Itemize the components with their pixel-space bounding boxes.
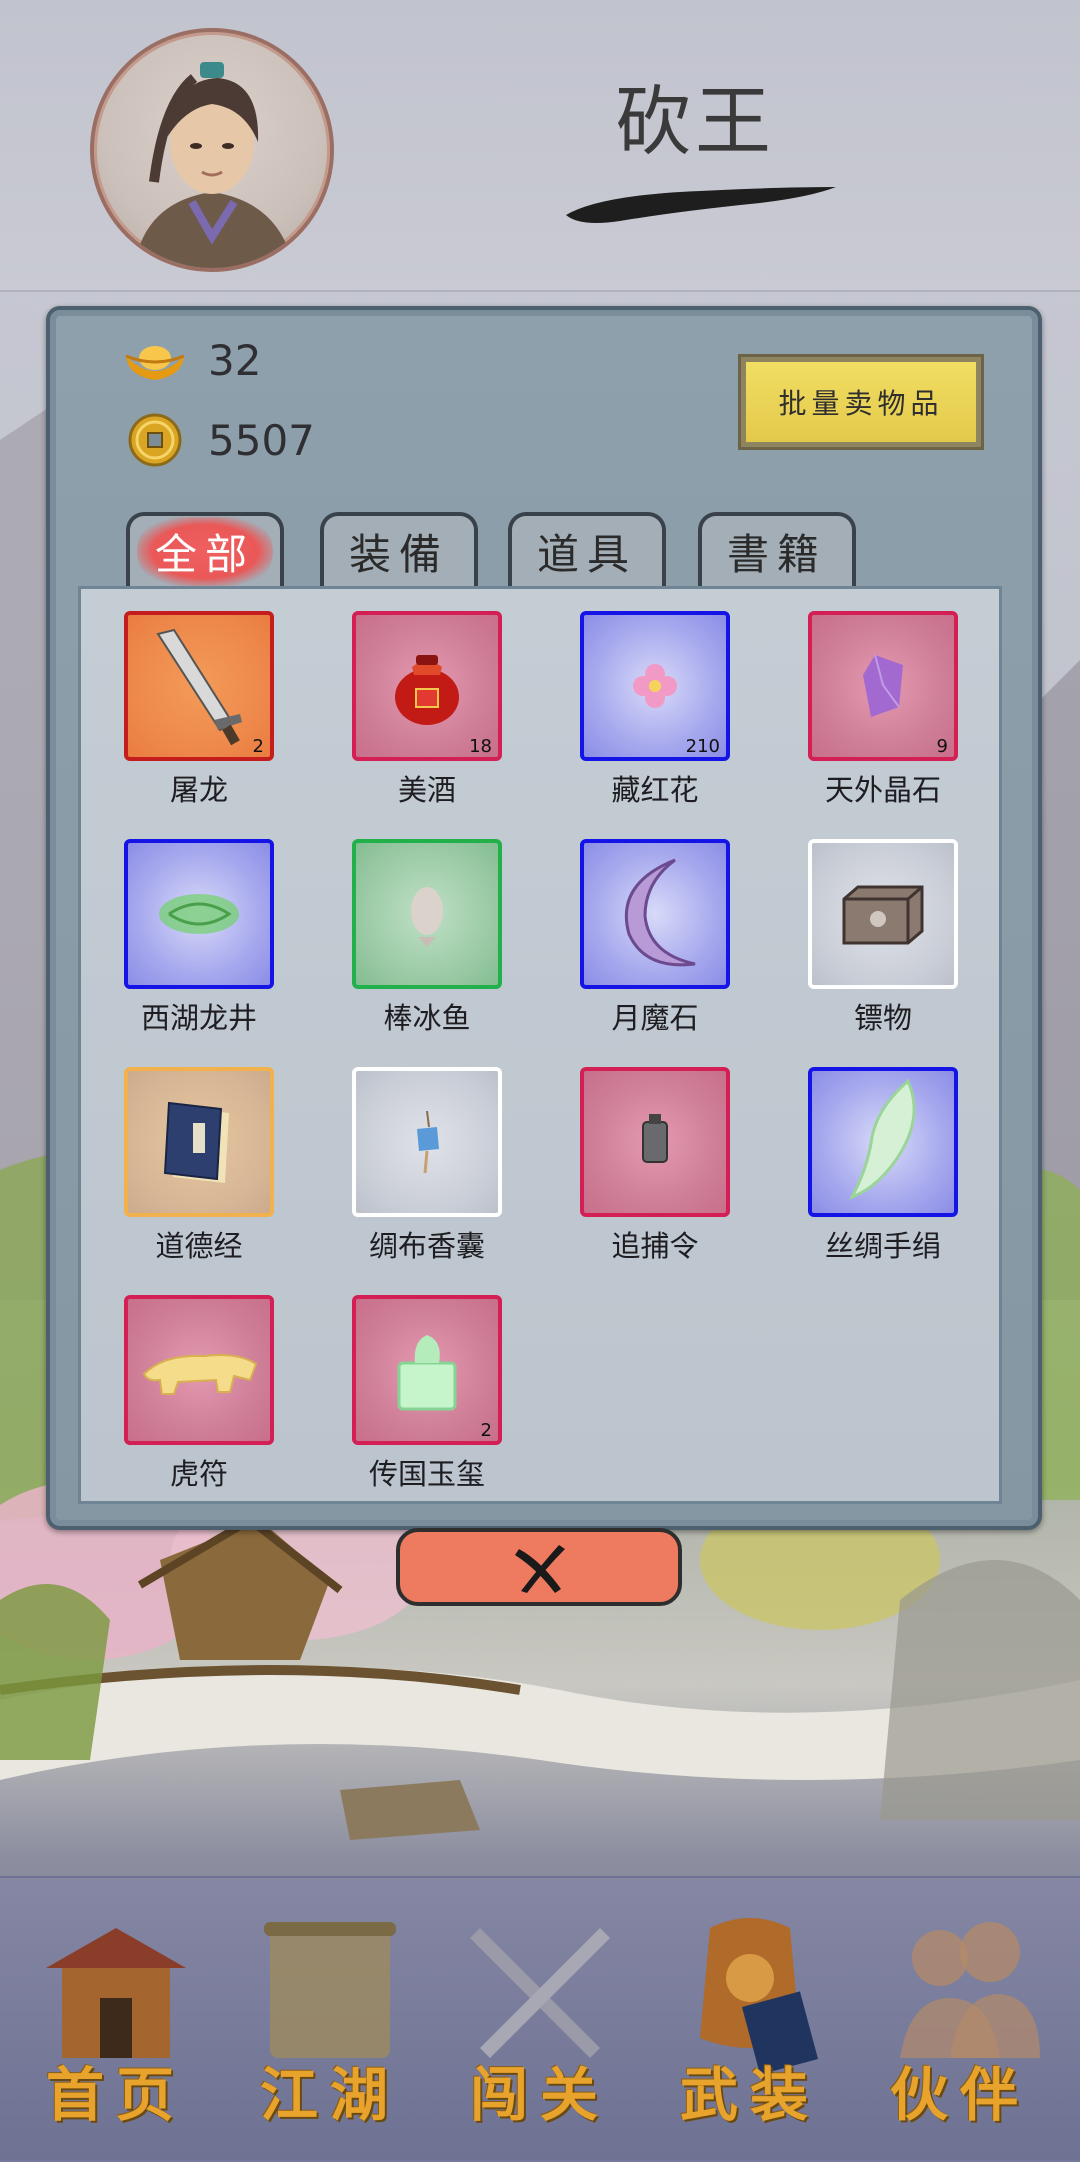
inventory-item[interactable]: 18 美酒: [347, 611, 507, 809]
item-name: 镖物: [853, 1001, 912, 1035]
profile-header: 砍王: [0, 0, 1080, 292]
book-icon: [163, 1101, 229, 1183]
item-slot[interactable]: [124, 1067, 274, 1217]
gold-ingot-count: 32: [208, 335, 262, 385]
coin-icon: [122, 412, 188, 468]
item-slot[interactable]: 2: [352, 1295, 502, 1445]
tab-props-label: 道具: [536, 529, 637, 579]
token-icon: [642, 1114, 668, 1163]
item-slot[interactable]: [580, 1067, 730, 1217]
inventory-item[interactable]: 追捕令: [575, 1067, 735, 1265]
item-name: 道德经: [155, 1229, 243, 1263]
inventory-item[interactable]: 绸布香囊: [347, 1067, 507, 1265]
nav-jianghu-label: 江湖: [259, 2061, 400, 2129]
item-count: 9: [936, 736, 948, 757]
sword-icon: [156, 628, 242, 746]
close-icon: [515, 1545, 565, 1593]
inventory-item[interactable]: 虎符: [119, 1295, 279, 1493]
flower-icon: [633, 664, 677, 708]
inventory-panel: 32 5507 批量卖物品 全部 装備 道具 書籍 2 屠龙 18 美酒 210…: [46, 306, 1042, 1530]
tab-all[interactable]: 全部: [126, 512, 284, 586]
tiger-tally-icon: [142, 1354, 258, 1395]
ink-brush-stroke: [566, 187, 836, 223]
sachet-icon: [417, 1110, 439, 1174]
gold-ingot-icon: [122, 332, 188, 388]
bottom-navigation: 首页 江湖 闯关 武装 伙伴: [0, 1876, 1080, 2162]
item-name: 追捕令: [611, 1229, 699, 1263]
item-name: 屠龙: [169, 773, 228, 807]
nav-challenge[interactable]: 闯关: [450, 1898, 630, 2134]
item-count: 2: [252, 736, 264, 757]
item-name: 绸布香囊: [368, 1229, 485, 1263]
silk-handkerchief-icon: [848, 1078, 916, 1200]
coin-display: 5507: [122, 410, 315, 470]
wine-jar-icon: [395, 655, 459, 725]
nav-armory-label: 武装: [679, 2061, 820, 2129]
tab-books-label: 書籍: [726, 529, 827, 579]
tab-equipment-label: 装備: [348, 529, 449, 579]
item-name: 美酒: [397, 773, 456, 807]
inventory-item[interactable]: 210 藏红花: [575, 611, 735, 809]
inventory-item[interactable]: 2 传国玉玺: [347, 1295, 507, 1493]
item-name: 西湖龙井: [140, 1001, 257, 1035]
player-avatar[interactable]: [90, 28, 334, 272]
nav-companions-label: 伙伴: [889, 2061, 1030, 2129]
item-slot[interactable]: 18: [352, 611, 502, 761]
inventory-item[interactable]: 棒冰鱼: [347, 839, 507, 1037]
character-portrait-icon: [134, 62, 294, 268]
item-name: 虎符: [169, 1457, 228, 1491]
item-name: 丝绸手绢: [824, 1229, 941, 1263]
inventory-item[interactable]: 9 天外晶石: [803, 611, 963, 809]
item-count: 18: [469, 736, 492, 757]
inventory-item[interactable]: 镖物: [803, 839, 963, 1037]
inventory-item[interactable]: 丝绸手绢: [803, 1067, 963, 1265]
item-slot[interactable]: 210: [580, 611, 730, 761]
nav-companions[interactable]: 伙伴: [870, 1898, 1050, 2134]
nav-challenge-label: 闯关: [469, 2061, 610, 2129]
jade-seal-icon: [397, 1335, 457, 1411]
tab-all-label: 全部: [136, 516, 273, 586]
item-slot[interactable]: 2: [124, 611, 274, 761]
tab-books[interactable]: 書籍: [698, 512, 856, 586]
tab-props[interactable]: 道具: [508, 512, 666, 586]
item-name: 棒冰鱼: [383, 1001, 471, 1035]
nav-armory[interactable]: 武装: [660, 1898, 840, 2134]
item-slot[interactable]: [352, 839, 502, 989]
item-name: 传国玉玺: [368, 1457, 485, 1491]
fish-icon: [411, 887, 443, 947]
item-name: 天外晶石: [824, 773, 941, 807]
item-slot[interactable]: [580, 839, 730, 989]
bulk-sell-label: 批量卖物品: [746, 362, 976, 442]
inventory-item[interactable]: 2 屠龙: [119, 611, 279, 809]
moon-stone-icon: [624, 858, 696, 967]
item-slot[interactable]: [808, 839, 958, 989]
crystal-icon: [863, 654, 903, 717]
bulk-sell-button[interactable]: 批量卖物品: [738, 354, 984, 450]
inventory-item[interactable]: 西湖龙井: [119, 839, 279, 1037]
item-count: 210: [685, 736, 720, 757]
coin-count: 5507: [208, 415, 315, 465]
inventory-item[interactable]: 道德经: [119, 1067, 279, 1265]
inventory-grid: 2 屠龙 18 美酒 210 藏红花 9 天外晶石 西湖龙井 棒冰鱼 月魔石 镖…: [78, 586, 1002, 1504]
nav-jianghu[interactable]: 江湖: [240, 1898, 420, 2134]
close-button[interactable]: [396, 1528, 682, 1606]
gold-ingot-display: 32: [122, 330, 261, 390]
item-slot[interactable]: [352, 1067, 502, 1217]
cargo-box-icon: [842, 885, 924, 945]
item-name: 藏红花: [611, 773, 699, 807]
item-count: 2: [480, 1420, 492, 1441]
item-slot[interactable]: [808, 1067, 958, 1217]
tea-leaves-icon: [159, 894, 239, 934]
item-name: 月魔石: [611, 1001, 699, 1035]
player-name: 砍王: [615, 77, 775, 166]
item-slot[interactable]: 9: [808, 611, 958, 761]
tab-equipment[interactable]: 装備: [320, 512, 478, 586]
item-slot[interactable]: [124, 839, 274, 989]
nav-home[interactable]: 首页: [26, 1898, 206, 2134]
inventory-item[interactable]: 月魔石: [575, 839, 735, 1037]
item-slot[interactable]: [124, 1295, 274, 1445]
nav-home-label: 首页: [45, 2061, 186, 2129]
